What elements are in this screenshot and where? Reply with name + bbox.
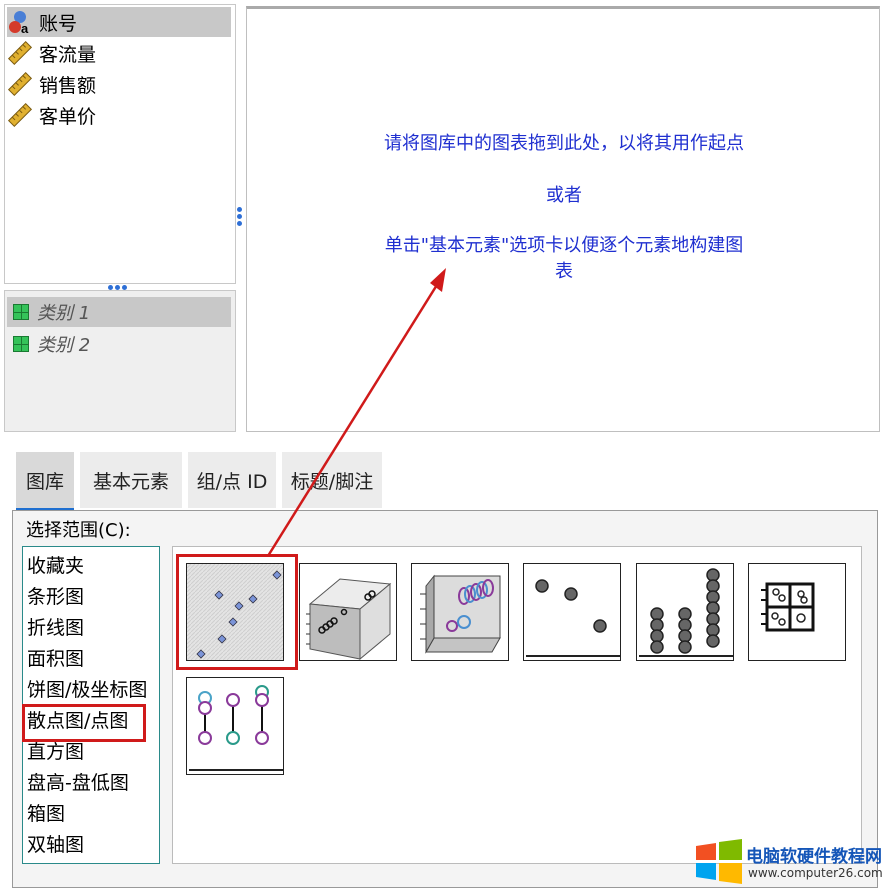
annotation-arrow (266, 268, 446, 557)
watermark-url: www.computer26.com (748, 866, 883, 880)
windows-logo-icon (696, 839, 742, 884)
watermark-title: 电脑软硬件教程网 (746, 847, 882, 867)
